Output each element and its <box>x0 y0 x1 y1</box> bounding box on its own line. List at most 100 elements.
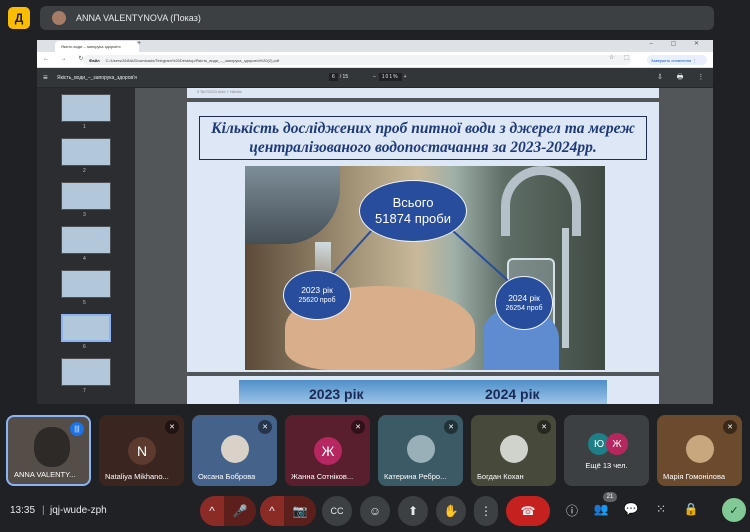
oval-2023: 2023 рік 25620 проб <box>283 270 351 320</box>
clock: 13:35 <box>10 505 36 516</box>
zoom-out-icon[interactable]: – <box>373 74 377 80</box>
year-2024-value: 26254 проб <box>505 305 543 312</box>
thumbnail-page-number: 6 <box>83 344 86 350</box>
participant-tile-zhanna[interactable]: Ж ✕ Жанна Сотніков... <box>285 415 370 486</box>
pdf-thumbnail[interactable] <box>61 270 111 298</box>
camera-toggle-button[interactable]: 📷 <box>284 496 316 526</box>
zoom-input[interactable]: 101% <box>378 73 402 81</box>
avatar-photo <box>221 435 249 463</box>
zoom-in-icon[interactable]: + <box>404 74 408 80</box>
bottom-control-bar: 13:35 | jqj-wude-zph ^ 🎤 ^ 📷 CC ☺ ⬆ ✋ ⋮ … <box>0 492 750 532</box>
participant-name: Богдан Кохан <box>477 472 524 481</box>
emoji-icon: ☺ <box>368 504 382 518</box>
participant-name: Nataliya Mikhano... <box>105 472 169 481</box>
pdf-zoom: –101% + <box>373 73 408 81</box>
captions-icon: CC <box>330 506 344 516</box>
presenter-avatar <box>52 11 66 25</box>
thumbnail-page-number: 2 <box>83 168 86 174</box>
chat-icon[interactable]: 💬 <box>622 502 640 516</box>
menu-icon[interactable]: ≡ <box>43 73 48 82</box>
mic-off-icon: ✕ <box>537 420 551 434</box>
browser-address-bar: ← → ↻ Файл C:/Users/ANNA/Downloads/Telegr… <box>37 52 713 68</box>
mic-off-icon: ✕ <box>723 420 737 434</box>
mic-off-icon: ✕ <box>165 420 179 434</box>
video-options-button[interactable]: ^ <box>260 496 284 526</box>
more-options-button[interactable]: ⋮ <box>474 496 498 526</box>
water-photo: Всього 51874 проби 2023 рік 25620 проб 2… <box>245 166 605 370</box>
avatar-photo <box>686 435 714 463</box>
download-print-icon[interactable]: ⇩ 🖶 ⋮ <box>657 73 710 84</box>
hand-icon: ✋ <box>443 504 459 518</box>
year-2023-value: 25620 проб <box>298 297 336 304</box>
camera-off-icon: 📷 <box>292 504 308 518</box>
more-vert-icon: ⋮ <box>480 504 492 518</box>
mic-off-icon: 🎤 <box>232 504 248 518</box>
mic-toggle-button[interactable]: 🎤 <box>224 496 256 526</box>
pdf-thumbnail[interactable] <box>61 94 111 122</box>
participant-tile-bohdan[interactable]: ✕ Богдан Кохан <box>471 415 556 486</box>
presenter-label: ANNA VALENTYNOVA (Показ) <box>76 13 201 23</box>
audio-options-button[interactable]: ^ <box>200 496 224 526</box>
next-slide-band: 2023 рік 2024 рік <box>239 380 607 404</box>
nav-arrows-icon[interactable]: ← → ↻ <box>43 55 88 62</box>
captions-button[interactable]: CC <box>322 496 352 526</box>
pdf-thumbnail[interactable] <box>61 314 111 342</box>
water-stream-right <box>562 228 569 348</box>
update-browser-button[interactable]: Завершіть оновлення ⋮ <box>647 55 707 65</box>
mic-off-icon: ✕ <box>351 420 365 434</box>
thumbnail-page-number: 7 <box>83 388 86 394</box>
total-value: 51874 проби <box>375 211 451 226</box>
participant-tile-oksana[interactable]: ✕ Оксана Боброва <box>192 415 277 486</box>
pdf-thumbnail[interactable] <box>61 358 111 386</box>
presenter-chip[interactable]: ANNA VALENTYNOVA (Показ) <box>40 6 714 30</box>
participant-tile-anna[interactable]: ||| ANNA VALENTY... <box>6 415 91 486</box>
thumbnail-page-number: 1 <box>83 124 86 130</box>
avatar-letter: N <box>128 437 156 465</box>
people-icon[interactable]: 👥 <box>592 502 610 516</box>
thumbnail-page-number: 3 <box>83 212 86 218</box>
thumbnail-page-number: 4 <box>83 256 86 262</box>
faucet-left-shape <box>245 166 340 244</box>
separator: | <box>42 505 45 516</box>
bookmark-star-icon[interactable]: ☆ ⬚ <box>609 54 634 61</box>
year-2024-label: 2024 рік <box>508 293 540 303</box>
emoji-button[interactable]: ☺ <box>360 496 390 526</box>
new-tab-button[interactable]: + <box>137 40 141 47</box>
present-button[interactable]: ⬆ <box>398 496 428 526</box>
pdf-thumbnail[interactable] <box>61 182 111 210</box>
leave-call-button[interactable]: ☎ <box>506 496 550 526</box>
host-check-icon[interactable]: ✓ <box>722 498 746 522</box>
url-field[interactable]: Файл C:/Users/ANNA/Downloads/Telegram%20D… <box>83 55 631 65</box>
url-scheme: Файл <box>89 58 100 63</box>
raise-hand-button[interactable]: ✋ <box>436 496 466 526</box>
meet-app-logo: Д <box>8 7 30 29</box>
browser-tab-strip: Якість води – запорука здоров’я + – ▢ ✕ <box>37 40 713 52</box>
participant-count-badge: 21 <box>603 492 617 502</box>
slide-title: Кількість досліджених проб питної води з… <box>199 116 647 160</box>
page-number-input[interactable]: 6 <box>329 73 338 81</box>
info-icon[interactable]: ⓘ <box>563 502 581 519</box>
pdf-canvas: 5 №7/2023 Acid + Nitrate Кількість дослі… <box>135 88 713 404</box>
pdf-thumbnail[interactable] <box>61 138 111 166</box>
total-label: Всього <box>392 195 434 210</box>
host-controls-lock-icon[interactable]: 🔒 <box>682 502 700 516</box>
chevron-up-icon: ^ <box>209 504 215 518</box>
avatar-letter: Ж <box>314 437 342 465</box>
pdf-toolbar: ≡ Якість_води_–_запорука_здоров'я 6/ 15 … <box>37 68 713 88</box>
pdf-thumbnail[interactable] <box>61 226 111 254</box>
present-icon: ⬆ <box>407 504 419 518</box>
top-bar: Д ANNA VALENTYNOVA (Показ) <box>0 0 750 36</box>
avatar-photo <box>407 435 435 463</box>
next-slide-2024: 2024 рік <box>485 386 540 402</box>
browser-tab[interactable]: Якість води – запорука здоров’я <box>55 41 139 52</box>
activities-icon[interactable]: ⁙ <box>652 502 670 516</box>
speaking-indicator-icon: ||| <box>70 422 84 436</box>
participant-tile-nataliya[interactable]: N ✕ Nataliya Mikhano... <box>99 415 184 486</box>
more-avatars: Ю Ж <box>588 433 628 455</box>
more-participants-tile[interactable]: Ю Ж Ещё 13 чел. <box>564 415 649 486</box>
participant-tile-mariia[interactable]: ✕ Марія Гомонілова <box>657 415 742 486</box>
participant-name: Жанна Сотніков... <box>291 472 354 481</box>
window-controls[interactable]: – ▢ ✕ <box>650 40 707 47</box>
year-2023-label: 2023 рік <box>301 285 333 295</box>
participant-tile-kateryna[interactable]: ✕ Катерина Ребро... <box>378 415 463 486</box>
